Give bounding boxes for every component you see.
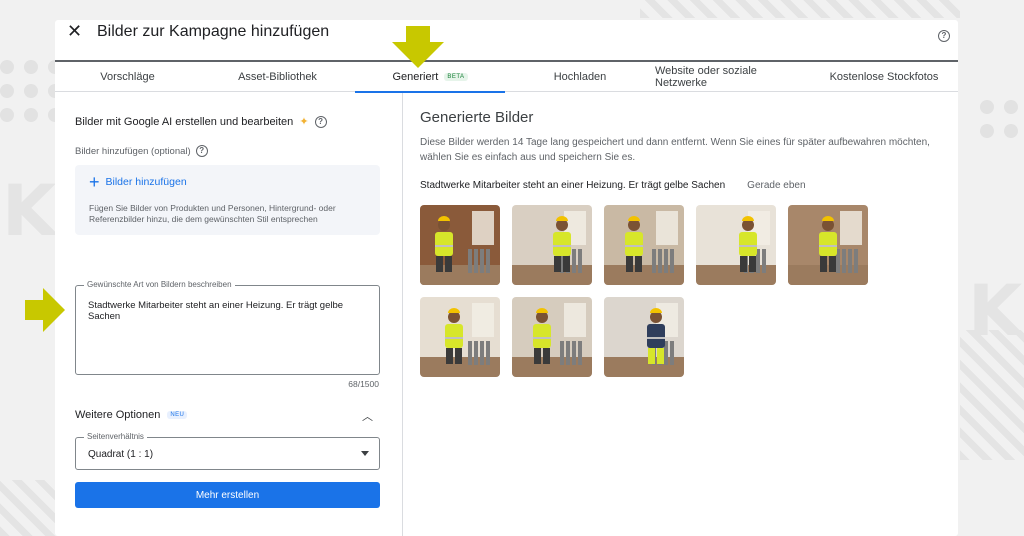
generate-more-button[interactable]: Mehr erstellen bbox=[75, 482, 380, 508]
results-description: Diese Bilder werden 14 Tage lang gespeic… bbox=[420, 137, 930, 163]
prompt-text: Stadtwerke Mitarbeiter steht an einer He… bbox=[88, 300, 344, 322]
generated-image-thumbnail[interactable] bbox=[512, 297, 592, 377]
char-counter: 68/1500 bbox=[348, 379, 379, 389]
tab-label: Asset-Bibliothek bbox=[238, 71, 317, 83]
generated-image-thumbnail[interactable] bbox=[604, 205, 684, 285]
more-options-label: Weitere Optionen bbox=[75, 409, 161, 421]
add-images-label-text: Bilder hinzufügen (optional) bbox=[75, 145, 191, 157]
add-images-button[interactable]: + Bilder hinzufügen bbox=[89, 172, 187, 192]
generation-header: Stadtwerke Mitarbeiter steht an einer He… bbox=[420, 180, 806, 191]
generated-image-thumbnail[interactable] bbox=[788, 205, 868, 285]
aspect-ratio-value: Quadrat (1 : 1) bbox=[88, 449, 154, 460]
generated-image-thumbnail[interactable] bbox=[512, 205, 592, 285]
add-images-box: + Bilder hinzufügen Fügen Sie Bilder von… bbox=[75, 165, 380, 235]
tab-asset-bibliothek[interactable]: Asset-Bibliothek bbox=[200, 62, 355, 92]
create-panel: Bilder mit Google AI erstellen und bearb… bbox=[55, 93, 403, 536]
tab-label: Kostenlose Stockfotos bbox=[829, 71, 939, 83]
generated-image-thumbnail[interactable] bbox=[604, 297, 684, 377]
tab-stockfotos[interactable]: Kostenlose Stockfotos bbox=[810, 62, 958, 92]
section-title: Bilder mit Google AI erstellen und bearb… bbox=[75, 115, 327, 128]
chevron-up-icon[interactable]: ︿ bbox=[362, 408, 373, 424]
dot-pattern bbox=[0, 60, 62, 122]
help-circle-icon[interactable]: ? bbox=[314, 115, 327, 128]
generation-timestamp: Gerade eben bbox=[747, 180, 806, 191]
dropdown-caret-icon bbox=[361, 451, 369, 456]
new-badge: NEU bbox=[167, 411, 188, 419]
generation-prompt: Stadtwerke Mitarbeiter steht an einer He… bbox=[420, 180, 726, 191]
generated-image-thumbnail[interactable] bbox=[696, 205, 776, 285]
generated-image-thumbnail[interactable] bbox=[420, 297, 500, 377]
add-images-description: Fügen Sie Bilder von Produkten und Perso… bbox=[89, 203, 336, 224]
tab-label: Hochladen bbox=[553, 71, 607, 83]
tab-label: Website oder soziale Netzwerke bbox=[655, 65, 757, 89]
close-icon[interactable]: ✕ bbox=[67, 22, 83, 40]
help-circle-icon[interactable]: ? bbox=[195, 145, 208, 157]
stripe-pattern bbox=[0, 480, 55, 536]
generated-image-thumbnail[interactable] bbox=[420, 205, 500, 285]
add-images-dialog: ✕ Bilder zur Kampagne hinzufügen ? Vorsc… bbox=[55, 20, 958, 536]
add-images-button-label: Bilder hinzufügen bbox=[105, 176, 187, 188]
plus-icon: + bbox=[89, 172, 100, 192]
aspect-ratio-select[interactable]: Seitenverhältnis Quadrat (1 : 1) bbox=[75, 432, 380, 470]
prompt-textarea[interactable]: Gewünschte Art von Bildern beschreiben S… bbox=[75, 280, 380, 375]
dot-pattern bbox=[980, 100, 1018, 138]
tab-label: Generiert bbox=[392, 71, 439, 83]
tab-label: Vorschläge bbox=[100, 71, 155, 83]
section-title-text: Bilder mit Google AI erstellen und bearb… bbox=[75, 115, 294, 128]
results-panel: Generierte Bilder Diese Bilder werden 14… bbox=[404, 93, 958, 536]
stripe-pattern bbox=[640, 0, 960, 18]
tab-vorschlaege[interactable]: Vorschläge bbox=[55, 62, 200, 92]
tab-bar: Vorschläge Asset-Bibliothek Generiert BET… bbox=[55, 60, 958, 93]
tab-website-social[interactable]: Website oder soziale Netzwerke bbox=[655, 62, 810, 92]
sparkle-hand-icon: ✦ bbox=[299, 116, 309, 128]
add-images-label: Bilder hinzufügen (optional) ? bbox=[75, 145, 208, 157]
dialog-title: Bilder zur Kampagne hinzufügen bbox=[97, 23, 330, 40]
dialog-header: ✕ Bilder zur Kampagne hinzufügen ? bbox=[55, 20, 958, 58]
tab-hochladen[interactable]: Hochladen bbox=[505, 62, 655, 92]
aspect-ratio-label: Seitenverhältnis bbox=[84, 432, 147, 441]
decorative-k-shape: K bbox=[968, 270, 1023, 352]
help-circle-icon[interactable]: ? bbox=[938, 25, 950, 43]
more-options-toggle[interactable]: Weitere Optionen NEU bbox=[75, 409, 188, 421]
arrow-down-icon bbox=[392, 26, 444, 68]
decorative-k-shape: K bbox=[2, 170, 57, 252]
beta-badge: BETA bbox=[444, 73, 468, 81]
arrow-right-icon bbox=[25, 288, 65, 332]
prompt-label: Gewünschte Art von Bildern beschreiben bbox=[84, 280, 235, 289]
results-title: Generierte Bilder bbox=[420, 109, 534, 126]
